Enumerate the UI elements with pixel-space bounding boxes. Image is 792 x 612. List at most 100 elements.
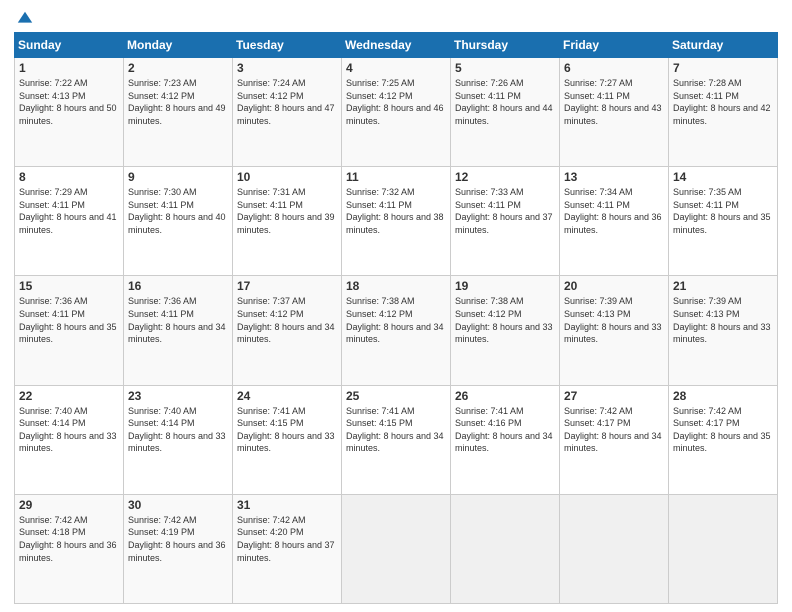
calendar-day-cell: 19 Sunrise: 7:38 AMSunset: 4:12 PMDayligh… — [451, 276, 560, 385]
day-info: Sunrise: 7:38 AMSunset: 4:12 PMDaylight:… — [455, 296, 553, 344]
calendar-day-cell: 21Sunrise: 7:39 AMSunset: 4:13 PMDayligh… — [669, 276, 778, 385]
day-info: Sunrise: 7:34 AMSunset: 4:11 PMDaylight:… — [564, 187, 662, 235]
calendar-day-cell: 1 Sunrise: 7:22 AMSunset: 4:13 PMDaylight… — [15, 58, 124, 167]
day-number: 13 — [564, 170, 664, 184]
day-info: Sunrise: 7:33 AMSunset: 4:11 PMDaylight:… — [455, 187, 553, 235]
day-info: Sunrise: 7:41 AMSunset: 4:15 PMDaylight:… — [237, 406, 335, 454]
day-number: 8 — [19, 170, 119, 184]
day-info: Sunrise: 7:42 AMSunset: 4:19 PMDaylight:… — [128, 515, 226, 563]
calendar-day-cell: 24 Sunrise: 7:41 AMSunset: 4:15 PMDayligh… — [233, 385, 342, 494]
day-number: 7 — [673, 61, 773, 75]
day-info: Sunrise: 7:42 AMSunset: 4:17 PMDaylight:… — [564, 406, 662, 454]
day-number: 22 — [19, 389, 119, 403]
calendar-day-cell: 26 Sunrise: 7:41 AMSunset: 4:16 PMDayligh… — [451, 385, 560, 494]
day-info: Sunrise: 7:25 AMSunset: 4:12 PMDaylight:… — [346, 78, 444, 126]
day-number: 11 — [346, 170, 446, 184]
day-number: 15 — [19, 279, 119, 293]
calendar-day-cell: 18Sunrise: 7:38 AMSunset: 4:12 PMDayligh… — [342, 276, 451, 385]
calendar-day-cell: 7 Sunrise: 7:28 AMSunset: 4:11 PMDaylight… — [669, 58, 778, 167]
day-number: 27 — [564, 389, 664, 403]
day-info: Sunrise: 7:42 AMSunset: 4:17 PMDaylight:… — [673, 406, 771, 454]
calendar-header-row: SundayMondayTuesdayWednesdayThursdayFrid… — [15, 33, 778, 58]
calendar-day-cell: 22 Sunrise: 7:40 AMSunset: 4:14 PMDayligh… — [15, 385, 124, 494]
day-info: Sunrise: 7:36 AMSunset: 4:11 PMDaylight:… — [19, 296, 117, 344]
day-info: Sunrise: 7:41 AMSunset: 4:16 PMDaylight:… — [455, 406, 553, 454]
calendar-day-cell: 2 Sunrise: 7:23 AMSunset: 4:12 PMDaylight… — [124, 58, 233, 167]
calendar-day-cell: 6 Sunrise: 7:27 AMSunset: 4:11 PMDaylight… — [560, 58, 669, 167]
calendar-day-cell — [669, 494, 778, 603]
day-info: Sunrise: 7:40 AMSunset: 4:14 PMDaylight:… — [128, 406, 226, 454]
calendar-day-cell: 10 Sunrise: 7:31 AMSunset: 4:11 PMDayligh… — [233, 167, 342, 276]
calendar-day-cell: 11 Sunrise: 7:32 AMSunset: 4:11 PMDayligh… — [342, 167, 451, 276]
day-number: 18 — [346, 279, 446, 293]
page-container: SundayMondayTuesdayWednesdayThursdayFrid… — [0, 0, 792, 612]
day-info: Sunrise: 7:41 AMSunset: 4:15 PMDaylight:… — [346, 406, 444, 454]
day-info: Sunrise: 7:42 AMSunset: 4:20 PMDaylight:… — [237, 515, 335, 563]
calendar-day-cell: 16Sunrise: 7:36 AMSunset: 4:11 PMDayligh… — [124, 276, 233, 385]
day-info: Sunrise: 7:39 AMSunset: 4:13 PMDaylight:… — [564, 296, 662, 344]
day-info: Sunrise: 7:26 AMSunset: 4:11 PMDaylight:… — [455, 78, 553, 126]
header — [14, 10, 778, 24]
calendar-day-header: Thursday — [451, 33, 560, 58]
day-number: 19 — [455, 279, 555, 293]
calendar-day-cell: 23 Sunrise: 7:40 AMSunset: 4:14 PMDayligh… — [124, 385, 233, 494]
day-number: 4 — [346, 61, 446, 75]
day-number: 24 — [237, 389, 337, 403]
logo — [14, 10, 34, 24]
day-info: Sunrise: 7:42 AMSunset: 4:18 PMDaylight:… — [19, 515, 117, 563]
calendar-day-cell: 17 Sunrise: 7:37 AMSunset: 4:12 PMDayligh… — [233, 276, 342, 385]
calendar-table: SundayMondayTuesdayWednesdayThursdayFrid… — [14, 32, 778, 604]
calendar-day-cell: 15 Sunrise: 7:36 AMSunset: 4:11 PMDayligh… — [15, 276, 124, 385]
day-number: 14 — [673, 170, 773, 184]
calendar-day-cell: 9 Sunrise: 7:30 AMSunset: 4:11 PMDaylight… — [124, 167, 233, 276]
calendar-day-cell: 12 Sunrise: 7:33 AMSunset: 4:11 PMDayligh… — [451, 167, 560, 276]
day-info: Sunrise: 7:23 AMSunset: 4:12 PMDaylight:… — [128, 78, 226, 126]
day-info: Sunrise: 7:40 AMSunset: 4:14 PMDaylight:… — [19, 406, 117, 454]
calendar-day-cell: 25 Sunrise: 7:41 AMSunset: 4:15 PMDayligh… — [342, 385, 451, 494]
day-number: 3 — [237, 61, 337, 75]
day-number: 26 — [455, 389, 555, 403]
day-info: Sunrise: 7:35 AMSunset: 4:11 PMDaylight:… — [673, 187, 771, 235]
day-number: 25 — [346, 389, 446, 403]
day-info: Sunrise: 7:22 AMSunset: 4:13 PMDaylight:… — [19, 78, 117, 126]
calendar-day-cell: 13 Sunrise: 7:34 AMSunset: 4:11 PMDayligh… — [560, 167, 669, 276]
day-info: Sunrise: 7:36 AMSunset: 4:11 PMDaylight:… — [128, 296, 226, 344]
calendar-day-cell: 8 Sunrise: 7:29 AMSunset: 4:11 PMDaylight… — [15, 167, 124, 276]
day-info: Sunrise: 7:29 AMSunset: 4:11 PMDaylight:… — [19, 187, 117, 235]
day-info: Sunrise: 7:31 AMSunset: 4:11 PMDaylight:… — [237, 187, 335, 235]
calendar-day-cell: 30 Sunrise: 7:42 AMSunset: 4:19 PMDayligh… — [124, 494, 233, 603]
calendar-week-row: 15 Sunrise: 7:36 AMSunset: 4:11 PMDayligh… — [15, 276, 778, 385]
calendar-week-row: 29 Sunrise: 7:42 AMSunset: 4:18 PMDayligh… — [15, 494, 778, 603]
calendar-day-cell: 14 Sunrise: 7:35 AMSunset: 4:11 PMDayligh… — [669, 167, 778, 276]
day-number: 31 — [237, 498, 337, 512]
day-number: 17 — [237, 279, 337, 293]
day-number: 5 — [455, 61, 555, 75]
calendar-day-cell: 27 Sunrise: 7:42 AMSunset: 4:17 PMDayligh… — [560, 385, 669, 494]
day-number: 2 — [128, 61, 228, 75]
day-info: Sunrise: 7:27 AMSunset: 4:11 PMDaylight:… — [564, 78, 662, 126]
calendar-day-header: Wednesday — [342, 33, 451, 58]
calendar-week-row: 8 Sunrise: 7:29 AMSunset: 4:11 PMDaylight… — [15, 167, 778, 276]
calendar-day-cell: 29 Sunrise: 7:42 AMSunset: 4:18 PMDayligh… — [15, 494, 124, 603]
day-number: 23 — [128, 389, 228, 403]
day-number: 29 — [19, 498, 119, 512]
calendar-day-cell: 28Sunrise: 7:42 AMSunset: 4:17 PMDayligh… — [669, 385, 778, 494]
calendar-day-cell — [451, 494, 560, 603]
day-info: Sunrise: 7:28 AMSunset: 4:11 PMDaylight:… — [673, 78, 771, 126]
calendar-day-header: Monday — [124, 33, 233, 58]
day-number: 1 — [19, 61, 119, 75]
day-number: 6 — [564, 61, 664, 75]
day-number: 9 — [128, 170, 228, 184]
day-info: Sunrise: 7:32 AMSunset: 4:11 PMDaylight:… — [346, 187, 444, 235]
calendar-week-row: 22 Sunrise: 7:40 AMSunset: 4:14 PMDayligh… — [15, 385, 778, 494]
calendar-day-cell — [560, 494, 669, 603]
day-info: Sunrise: 7:24 AMSunset: 4:12 PMDaylight:… — [237, 78, 335, 126]
calendar-day-cell: 4 Sunrise: 7:25 AMSunset: 4:12 PMDaylight… — [342, 58, 451, 167]
day-number: 12 — [455, 170, 555, 184]
day-info: Sunrise: 7:37 AMSunset: 4:12 PMDaylight:… — [237, 296, 335, 344]
day-number: 30 — [128, 498, 228, 512]
day-info: Sunrise: 7:30 AMSunset: 4:11 PMDaylight:… — [128, 187, 226, 235]
calendar-week-row: 1 Sunrise: 7:22 AMSunset: 4:13 PMDaylight… — [15, 58, 778, 167]
day-number: 10 — [237, 170, 337, 184]
day-number: 21 — [673, 279, 773, 293]
